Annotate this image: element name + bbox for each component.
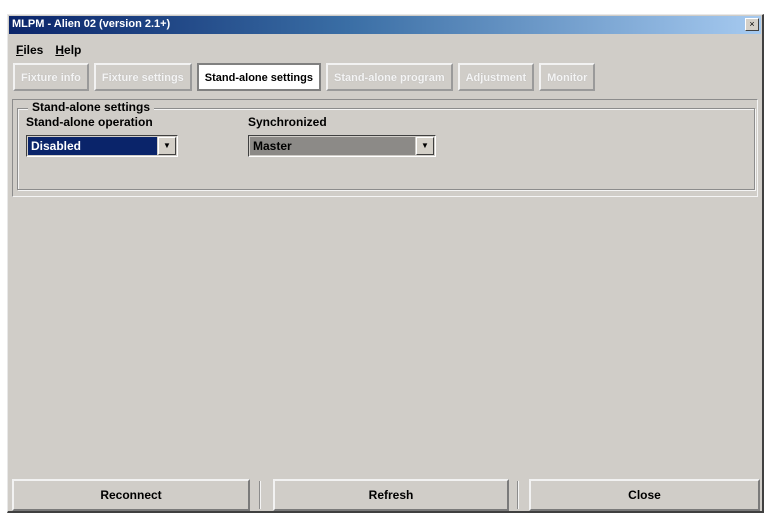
button-bar: Reconnect Refresh Close [9,475,762,511]
tab-stand-alone-program[interactable]: Stand-alone program [325,63,453,91]
refresh-button[interactable]: Refresh [273,479,509,511]
stand-alone-settings-group: Stand-alone settings Stand-alone operati… [17,100,755,190]
app-window: MLPM - Alien 02 (version 2.1+) × Files H… [7,14,764,513]
chevron-down-icon[interactable]: ▼ [158,137,176,155]
synchronized-label: Synchronized [248,115,327,129]
menu-help-accel: H [55,43,65,57]
group-title: Stand-alone settings [28,100,155,114]
divider [517,481,519,509]
menu-files[interactable]: Files [16,43,43,61]
menu-help[interactable]: Help [55,43,81,61]
close-button[interactable]: Close [529,479,760,511]
stand-alone-operation-value: Disabled [28,137,157,155]
synchronized-select[interactable]: Master ▼ [248,135,436,157]
tab-adjustment[interactable]: Adjustment [457,63,535,91]
tab-fixture-info[interactable]: Fixture info [13,63,89,91]
chevron-down-icon[interactable]: ▼ [416,137,434,155]
tab-stand-alone-settings[interactable]: Stand-alone settings [196,63,321,91]
tab-strip: Fixture info Fixture settings Stand-alon… [13,63,596,91]
reconnect-button[interactable]: Reconnect [12,479,250,511]
window-title: MLPM - Alien 02 (version 2.1+) [12,18,171,30]
tab-panel: Stand-alone settings Stand-alone operati… [12,99,758,197]
menu-bar: Files Help [16,43,81,61]
menu-files-rest: iles [23,43,44,57]
menu-help-rest: elp [64,43,82,57]
title-bar[interactable]: MLPM - Alien 02 (version 2.1+) × [9,16,761,34]
divider [259,481,261,509]
stand-alone-operation-label: Stand-alone operation [26,115,153,129]
stand-alone-operation-select[interactable]: Disabled ▼ [26,135,178,157]
close-window-icon[interactable]: × [745,18,759,31]
tab-fixture-settings[interactable]: Fixture settings [93,63,192,91]
synchronized-value: Master [250,137,415,155]
tab-monitor[interactable]: Monitor [539,63,596,91]
